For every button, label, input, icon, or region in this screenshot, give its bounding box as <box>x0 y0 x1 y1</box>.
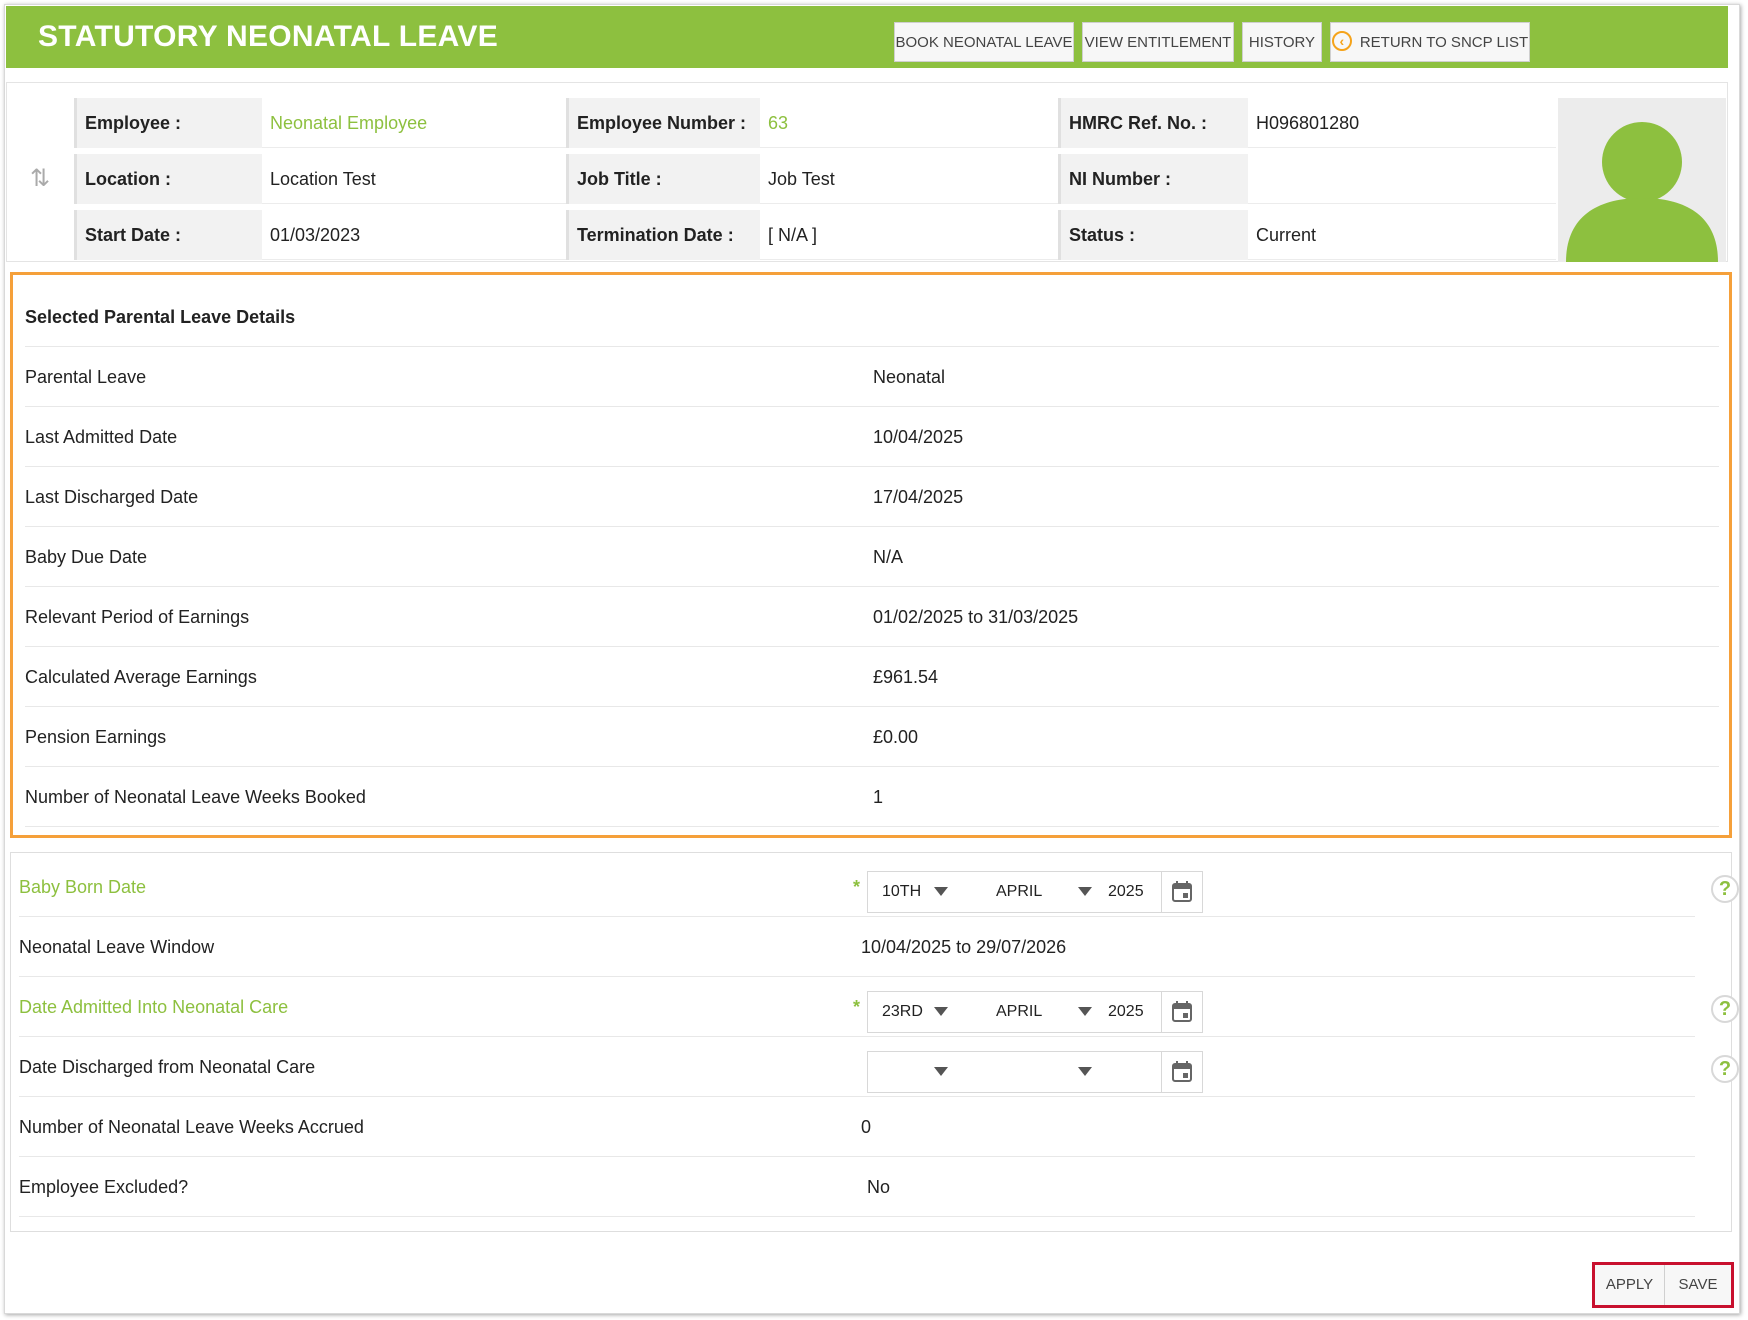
date-discharged-label: Date Discharged from Neonatal Care <box>19 1057 316 1077</box>
detail-label: Last Admitted Date <box>25 427 178 447</box>
detail-label: Last Discharged Date <box>25 487 199 507</box>
detail-label: Number of Neonatal Leave Weeks Booked <box>25 787 366 807</box>
calendar-icon[interactable] <box>1161 872 1202 912</box>
weeks-accrued-label: Number of Neonatal Leave Weeks Accrued <box>19 1117 364 1137</box>
ni-number-value <box>1248 154 1556 204</box>
baby-born-date-label: Baby Born Date <box>19 877 147 897</box>
book-neonatal-leave-button[interactable]: BOOK NEONATAL LEAVE <box>894 22 1074 62</box>
neonatal-leave-form: Baby Born Date * 10TH APRIL 2025 ? Neona… <box>10 852 1739 1232</box>
job-title-label: Job Title : <box>566 154 760 204</box>
detail-value: N/A <box>873 547 904 567</box>
employee-excluded-row: Employee Excluded? No <box>19 1157 1695 1217</box>
start-date-label: Start Date : <box>74 210 262 260</box>
detail-value: Neonatal <box>873 367 946 387</box>
detail-row: Relevant Period of Earnings 01/02/2025 t… <box>25 587 1719 647</box>
employee-excluded-value: No <box>867 1177 891 1197</box>
view-entitlement-button[interactable]: VIEW ENTITLEMENT <box>1082 22 1234 62</box>
location-value: Location Test <box>262 154 566 204</box>
apply-button[interactable]: APPLY <box>1595 1265 1665 1305</box>
detail-row: Last Admitted Date 10/04/2025 <box>25 407 1719 467</box>
date-admitted-picker[interactable]: 23RD APRIL 2025 <box>867 991 1203 1033</box>
neonatal-leave-window-label: Neonatal Leave Window <box>19 937 215 957</box>
page-title: STATUTORY NEONATAL LEAVE <box>38 20 498 53</box>
employee-number[interactable]: 63 <box>760 98 1058 148</box>
year-input[interactable]: 2025 <box>1108 992 1144 1032</box>
year-input[interactable]: 2025 <box>1108 872 1144 912</box>
day-select[interactable]: 10TH <box>882 872 921 912</box>
termination-date-label: Termination Date : <box>566 210 760 260</box>
employee-excluded-label: Employee Excluded? <box>19 1177 189 1197</box>
chevron-down-icon[interactable] <box>1078 1067 1092 1076</box>
detail-row: Pension Earnings £0.00 <box>25 707 1719 767</box>
baby-born-date-picker[interactable]: 10TH APRIL 2025 <box>867 871 1203 913</box>
chevron-down-icon[interactable] <box>934 1067 948 1076</box>
employee-number-label: Employee Number : <box>566 98 760 148</box>
date-discharged-row: Date Discharged from Neonatal Care ? <box>19 1037 1739 1097</box>
detail-value: £0.00 <box>873 727 919 747</box>
job-title-value: Job Test <box>760 154 1058 204</box>
page-header: STATUTORY NEONATAL LEAVE BOOK NEONATAL L… <box>6 6 1728 68</box>
required-marker: * <box>853 997 861 1017</box>
sort-arrows-icon[interactable]: ⇅ <box>30 164 50 193</box>
required-marker: * <box>853 877 861 897</box>
ni-number-label: NI Number : <box>1058 154 1248 204</box>
detail-row: Calculated Average Earnings £961.54 <box>25 647 1719 707</box>
status-label: Status : <box>1058 210 1248 260</box>
hmrc-ref-value: H096801280 <box>1248 98 1556 148</box>
history-button[interactable]: HISTORY <box>1242 22 1322 62</box>
employee-avatar <box>1558 98 1726 262</box>
chevron-down-icon[interactable] <box>934 887 948 896</box>
termination-date-value: [ N/A ] <box>760 210 1058 260</box>
date-admitted-label: Date Admitted Into Neonatal Care <box>19 997 289 1017</box>
day-select[interactable]: 23RD <box>882 992 923 1032</box>
detail-value: £961.54 <box>873 667 939 687</box>
date-discharged-picker[interactable] <box>867 1051 1203 1093</box>
calendar-icon[interactable] <box>1161 1052 1202 1092</box>
month-select[interactable]: APRIL <box>996 872 1042 912</box>
detail-value: 01/02/2025 to 31/03/2025 <box>873 607 1079 627</box>
month-select[interactable]: APRIL <box>996 992 1042 1032</box>
help-icon[interactable]: ? <box>1711 875 1739 903</box>
detail-value: 17/04/2025 <box>873 487 964 507</box>
detail-row: Parental Leave Neonatal <box>25 347 1719 407</box>
calendar-icon[interactable] <box>1161 992 1202 1032</box>
date-admitted-row: Date Admitted Into Neonatal Care * 23RD … <box>19 977 1739 1037</box>
details-heading-row: Selected Parental Leave Details <box>25 287 1719 347</box>
neonatal-leave-window-value: 10/04/2025 to 29/07/2026 <box>861 937 1067 957</box>
detail-label: Relevant Period of Earnings <box>25 607 250 627</box>
detail-label: Baby Due Date <box>25 547 148 567</box>
return-to-sncp-list-button[interactable]: ‹ RETURN TO SNCP LIST <box>1330 22 1530 62</box>
detail-label: Calculated Average Earnings <box>25 667 257 687</box>
chevron-down-icon[interactable] <box>934 1007 948 1016</box>
weeks-accrued-row: Number of Neonatal Leave Weeks Accrued 0 <box>19 1097 1695 1157</box>
help-icon[interactable]: ? <box>1711 995 1739 1023</box>
detail-label: Pension Earnings <box>25 727 167 747</box>
selected-parental-leave-details: Selected Parental Leave Details Parental… <box>10 272 1732 838</box>
employee-label: Employee : <box>74 98 262 148</box>
detail-value: 10/04/2025 <box>873 427 964 447</box>
detail-row: Last Discharged Date 17/04/2025 <box>25 467 1719 527</box>
baby-born-date-row: Baby Born Date * 10TH APRIL 2025 ? <box>19 857 1739 917</box>
user-silhouette-icon <box>1566 122 1718 262</box>
neonatal-leave-window-row: Neonatal Leave Window 10/04/2025 to 29/0… <box>19 917 1695 977</box>
details-heading: Selected Parental Leave Details <box>25 307 296 327</box>
start-date-value: 01/03/2023 <box>262 210 566 260</box>
detail-row: Baby Due Date N/A <box>25 527 1719 587</box>
chevron-down-icon[interactable] <box>1078 887 1092 896</box>
detail-value: 1 <box>873 787 884 807</box>
employee-name[interactable]: Neonatal Employee <box>262 98 566 148</box>
save-button[interactable]: SAVE <box>1665 1265 1731 1305</box>
status-value: Current <box>1248 210 1556 260</box>
detail-label: Parental Leave <box>25 367 147 387</box>
back-arrow-icon: ‹ <box>1331 31 1352 52</box>
form-actions: APPLY SAVE <box>1592 1262 1734 1308</box>
hmrc-ref-label: HMRC Ref. No. : <box>1058 98 1248 148</box>
location-label: Location : <box>74 154 262 204</box>
return-label: RETURN TO SNCP LIST <box>1359 34 1529 51</box>
chevron-down-icon[interactable] <box>1078 1007 1092 1016</box>
detail-row: Number of Neonatal Leave Weeks Booked 1 <box>25 767 1719 827</box>
weeks-accrued-value: 0 <box>861 1117 872 1137</box>
help-icon[interactable]: ? <box>1711 1055 1739 1083</box>
